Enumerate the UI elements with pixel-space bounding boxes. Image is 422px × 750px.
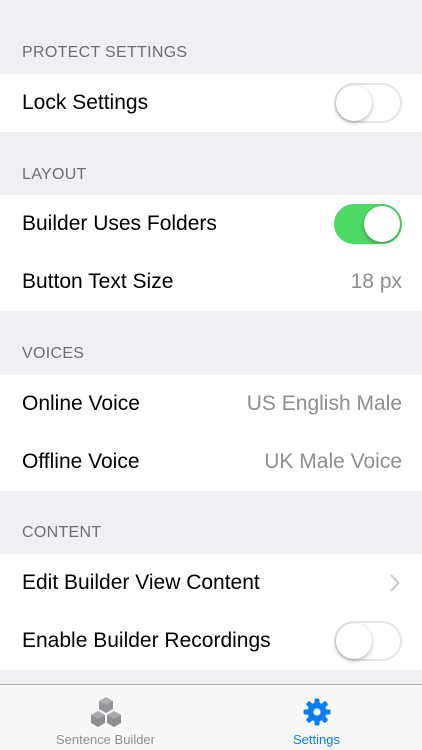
button-text-size-row[interactable]: Button Text Size 18 px: [0, 253, 422, 311]
enable-builder-recordings-label: Enable Builder Recordings: [22, 629, 271, 652]
edit-builder-view-content-label: Edit Builder View Content: [22, 571, 260, 594]
switch-knob: [364, 206, 400, 242]
cubes-icon: [90, 697, 121, 727]
tab-settings[interactable]: Settings: [211, 685, 422, 750]
offline-voice-row[interactable]: Offline Voice UK Male Voice: [0, 433, 422, 491]
section-header-voices: VOICES: [22, 345, 85, 362]
button-text-size-label: Button Text Size: [22, 270, 174, 293]
group-voices: Online Voice US English Male Offline Voi…: [0, 375, 422, 491]
edit-builder-view-content-row[interactable]: Edit Builder View Content: [0, 554, 422, 612]
offline-voice-value: UK Male Voice: [264, 450, 402, 473]
chevron-right-icon: [388, 572, 402, 594]
tab-label-sentence-builder: Sentence Builder: [55, 732, 155, 747]
switch-knob: [336, 623, 372, 659]
tab-label-settings: Settings: [293, 732, 340, 747]
group-protect-settings: Lock Settings: [0, 74, 422, 132]
builder-uses-folders-row: Builder Uses Folders: [0, 195, 422, 253]
online-voice-value: US English Male: [246, 392, 402, 415]
lock-settings-row: Lock Settings: [0, 74, 422, 132]
group-layout: Builder Uses Folders Button Text Size 18…: [0, 195, 422, 311]
online-voice-label: Online Voice: [22, 392, 140, 415]
builder-uses-folders-switch[interactable]: [334, 204, 402, 244]
switch-knob: [336, 85, 372, 121]
section-header-layout: LAYOUT: [22, 166, 87, 183]
section-header-content: CONTENT: [22, 524, 102, 541]
lock-settings-label: Lock Settings: [22, 91, 149, 114]
enable-builder-recordings-switch[interactable]: [334, 621, 402, 661]
offline-voice-label: Offline Voice: [22, 450, 140, 473]
gear-icon: [303, 698, 330, 726]
section-header-protect-settings: PROTECT SETTINGS: [22, 44, 188, 61]
group-content: Edit Builder View Content Enable Builder…: [0, 554, 422, 670]
builder-uses-folders-label: Builder Uses Folders: [22, 212, 217, 235]
lock-settings-switch[interactable]: [334, 83, 402, 123]
enable-builder-recordings-row: Enable Builder Recordings: [0, 612, 422, 670]
tab-bar: Sentence Builder Settings: [0, 684, 422, 750]
settings-screen: PROTECT SETTINGS Lock Settings LAYOUT Bu…: [0, 0, 422, 750]
tab-sentence-builder[interactable]: Sentence Builder: [0, 685, 211, 750]
online-voice-row[interactable]: Online Voice US English Male: [0, 375, 422, 433]
button-text-size-value: 18 px: [350, 270, 402, 293]
